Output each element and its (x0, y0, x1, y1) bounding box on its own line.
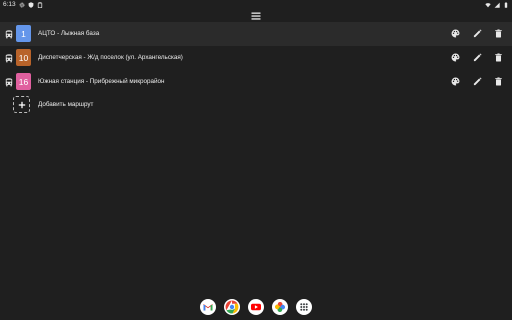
gmail-icon[interactable] (200, 299, 216, 315)
photos-icon[interactable] (272, 299, 288, 315)
clipboard-status-icon (37, 2, 43, 8)
settings-status-icon (19, 2, 25, 8)
youtube-icon[interactable] (248, 299, 264, 315)
route-row-16[interactable]: 16 Южная станция - Прибрежный микрорайон (0, 70, 512, 94)
route-number-badge: 16 (16, 73, 31, 90)
bus-icon (5, 30, 13, 39)
bus-icon (5, 78, 13, 87)
delete-icon[interactable] (494, 77, 503, 86)
signal-icon (494, 2, 500, 8)
battery-icon (504, 2, 508, 8)
route-number-badge: 1 (16, 25, 31, 42)
edit-icon[interactable] (473, 29, 482, 38)
bus-icon (5, 54, 13, 63)
route-name: Диспетчерская - Ж/д поселок (ул. Арханге… (38, 54, 183, 61)
route-name: АЦТО - Лыжная база (38, 30, 100, 37)
status-time: 6:13 (3, 1, 16, 8)
add-route-label: Добавить маршрут (38, 101, 94, 108)
toolbar (0, 10, 512, 22)
app-drawer-icon[interactable] (296, 299, 312, 315)
plus-icon (18, 101, 25, 108)
add-route-button[interactable] (13, 96, 30, 113)
edit-icon[interactable] (473, 77, 482, 86)
delete-icon[interactable] (494, 29, 503, 38)
palette-icon[interactable] (451, 29, 460, 38)
wifi-icon (485, 3, 491, 8)
app-dock (0, 296, 512, 320)
palette-icon[interactable] (451, 77, 460, 86)
shield-status-icon (28, 2, 34, 8)
add-route-row[interactable]: Добавить маршрут (0, 94, 300, 118)
route-row-10[interactable]: 10 Диспетчерская - Ж/д поселок (ул. Арха… (0, 46, 512, 70)
edit-icon[interactable] (473, 53, 482, 62)
menu-icon[interactable] (251, 11, 261, 21)
palette-icon[interactable] (451, 53, 460, 62)
chrome-icon[interactable] (224, 299, 240, 315)
delete-icon[interactable] (494, 53, 503, 62)
route-name: Южная станция - Прибрежный микрорайон (38, 78, 165, 85)
status-bar: 6:13 (0, 0, 512, 10)
route-number-badge: 10 (16, 49, 31, 66)
route-row-1[interactable]: 1 АЦТО - Лыжная база (0, 22, 512, 46)
